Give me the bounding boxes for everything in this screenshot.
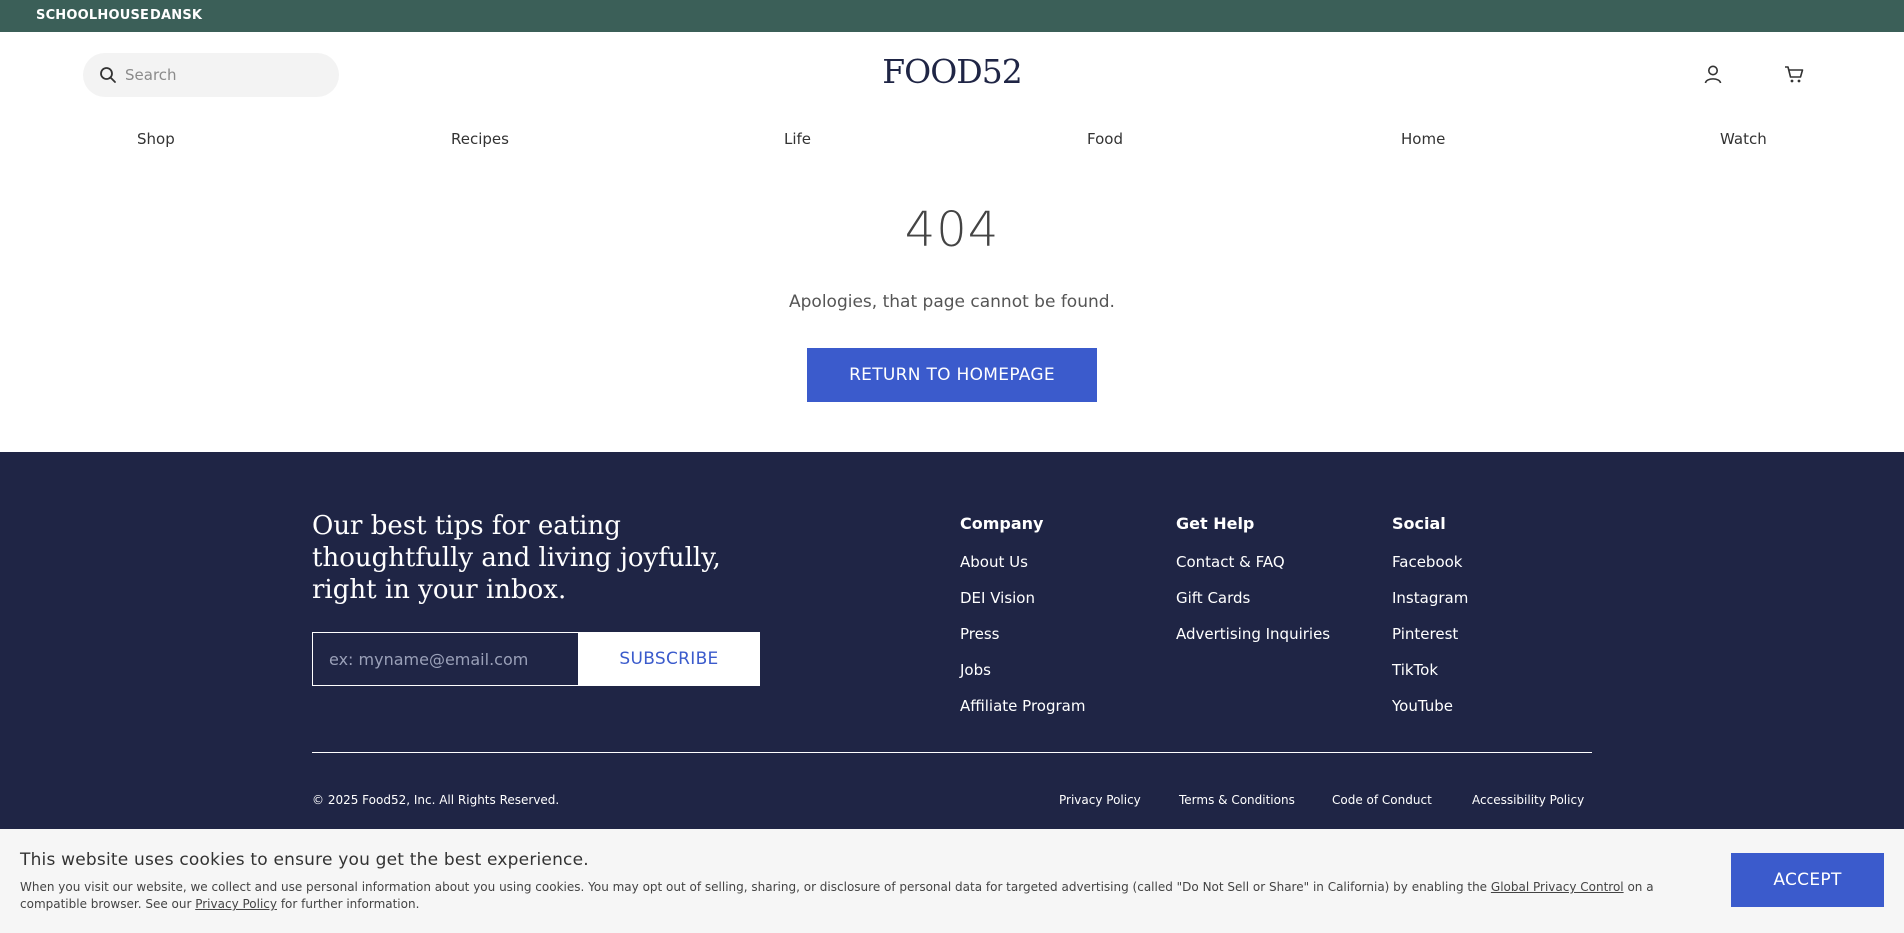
return-homepage-button[interactable]: RETURN TO HOMEPAGE bbox=[807, 348, 1097, 402]
top-bar: SCHOOLHOUSE DANSK bbox=[0, 0, 1904, 32]
footer-link-press[interactable]: Press bbox=[960, 625, 999, 643]
newsletter-tagline: Our best tips for eating thoughtfully an… bbox=[312, 511, 721, 605]
global-privacy-control-link[interactable]: Global Privacy Control bbox=[1491, 880, 1624, 894]
search-input[interactable] bbox=[125, 63, 325, 87]
cookie-text-before: When you visit our website, we collect a… bbox=[20, 880, 1491, 894]
footer-link-tiktok[interactable]: TikTok bbox=[1392, 661, 1438, 679]
nav-food[interactable]: Food bbox=[1087, 130, 1123, 148]
dansk-link[interactable]: DANSK bbox=[150, 8, 202, 23]
error-message: Apologies, that page cannot be found. bbox=[789, 292, 1115, 312]
search-bar[interactable] bbox=[83, 53, 339, 97]
footer-link-facebook[interactable]: Facebook bbox=[1392, 553, 1462, 571]
nav-home[interactable]: Home bbox=[1401, 130, 1445, 148]
cart-icon[interactable] bbox=[1783, 63, 1805, 85]
footer-link-dei-vision[interactable]: DEI Vision bbox=[960, 589, 1035, 607]
footer-link-pinterest[interactable]: Pinterest bbox=[1392, 625, 1458, 643]
legal-link-privacy-policy[interactable]: Privacy Policy bbox=[1059, 793, 1141, 807]
error-code: 404 bbox=[904, 202, 1000, 258]
cookie-text-after: for further information. bbox=[277, 897, 420, 911]
legal-link-code-of-conduct[interactable]: Code of Conduct bbox=[1332, 793, 1432, 807]
footer-divider bbox=[312, 752, 1592, 753]
footer-column-title-get-help: Get Help bbox=[1176, 514, 1255, 533]
nav-recipes[interactable]: Recipes bbox=[451, 130, 509, 148]
cookie-title: This website uses cookies to ensure you … bbox=[20, 850, 589, 870]
footer-column-title-social: Social bbox=[1392, 514, 1446, 533]
footer-link-gift-cards[interactable]: Gift Cards bbox=[1176, 589, 1250, 607]
schoolhouse-link[interactable]: SCHOOLHOUSE bbox=[36, 8, 149, 23]
nav-life[interactable]: Life bbox=[784, 130, 811, 148]
cookie-text: When you visit our website, we collect a… bbox=[20, 879, 1720, 913]
food52-logo[interactable]: FOOD52 bbox=[852, 52, 1052, 91]
footer-link-affiliate-program[interactable]: Affiliate Program bbox=[960, 697, 1085, 715]
newsletter-email-input[interactable] bbox=[312, 632, 578, 686]
footer-column-title-company: Company bbox=[960, 514, 1044, 533]
nav-shop[interactable]: Shop bbox=[137, 130, 175, 148]
footer-link-instagram[interactable]: Instagram bbox=[1392, 589, 1468, 607]
footer-link-contact-faq[interactable]: Contact & FAQ bbox=[1176, 553, 1285, 571]
cookie-banner: This website uses cookies to ensure you … bbox=[0, 829, 1904, 933]
cookie-privacy-policy-link[interactable]: Privacy Policy bbox=[195, 897, 277, 911]
legal-link-terms-conditions[interactable]: Terms & Conditions bbox=[1179, 793, 1295, 807]
search-icon bbox=[100, 67, 116, 83]
nav-watch[interactable]: Watch bbox=[1720, 130, 1767, 148]
subscribe-button[interactable]: SUBSCRIBE bbox=[578, 632, 760, 686]
legal-link-accessibility-policy[interactable]: Accessibility Policy bbox=[1472, 793, 1584, 807]
footer-link-youtube[interactable]: YouTube bbox=[1392, 697, 1453, 715]
footer-link-jobs[interactable]: Jobs bbox=[960, 661, 991, 679]
account-icon[interactable] bbox=[1702, 63, 1724, 85]
accept-cookies-button[interactable]: ACCEPT bbox=[1731, 853, 1884, 907]
copyright: © 2025 Food52, Inc. All Rights Reserved. bbox=[312, 793, 560, 807]
footer-link-about-us[interactable]: About Us bbox=[960, 553, 1028, 571]
footer-link-advertising-inquiries[interactable]: Advertising Inquiries bbox=[1176, 625, 1330, 643]
